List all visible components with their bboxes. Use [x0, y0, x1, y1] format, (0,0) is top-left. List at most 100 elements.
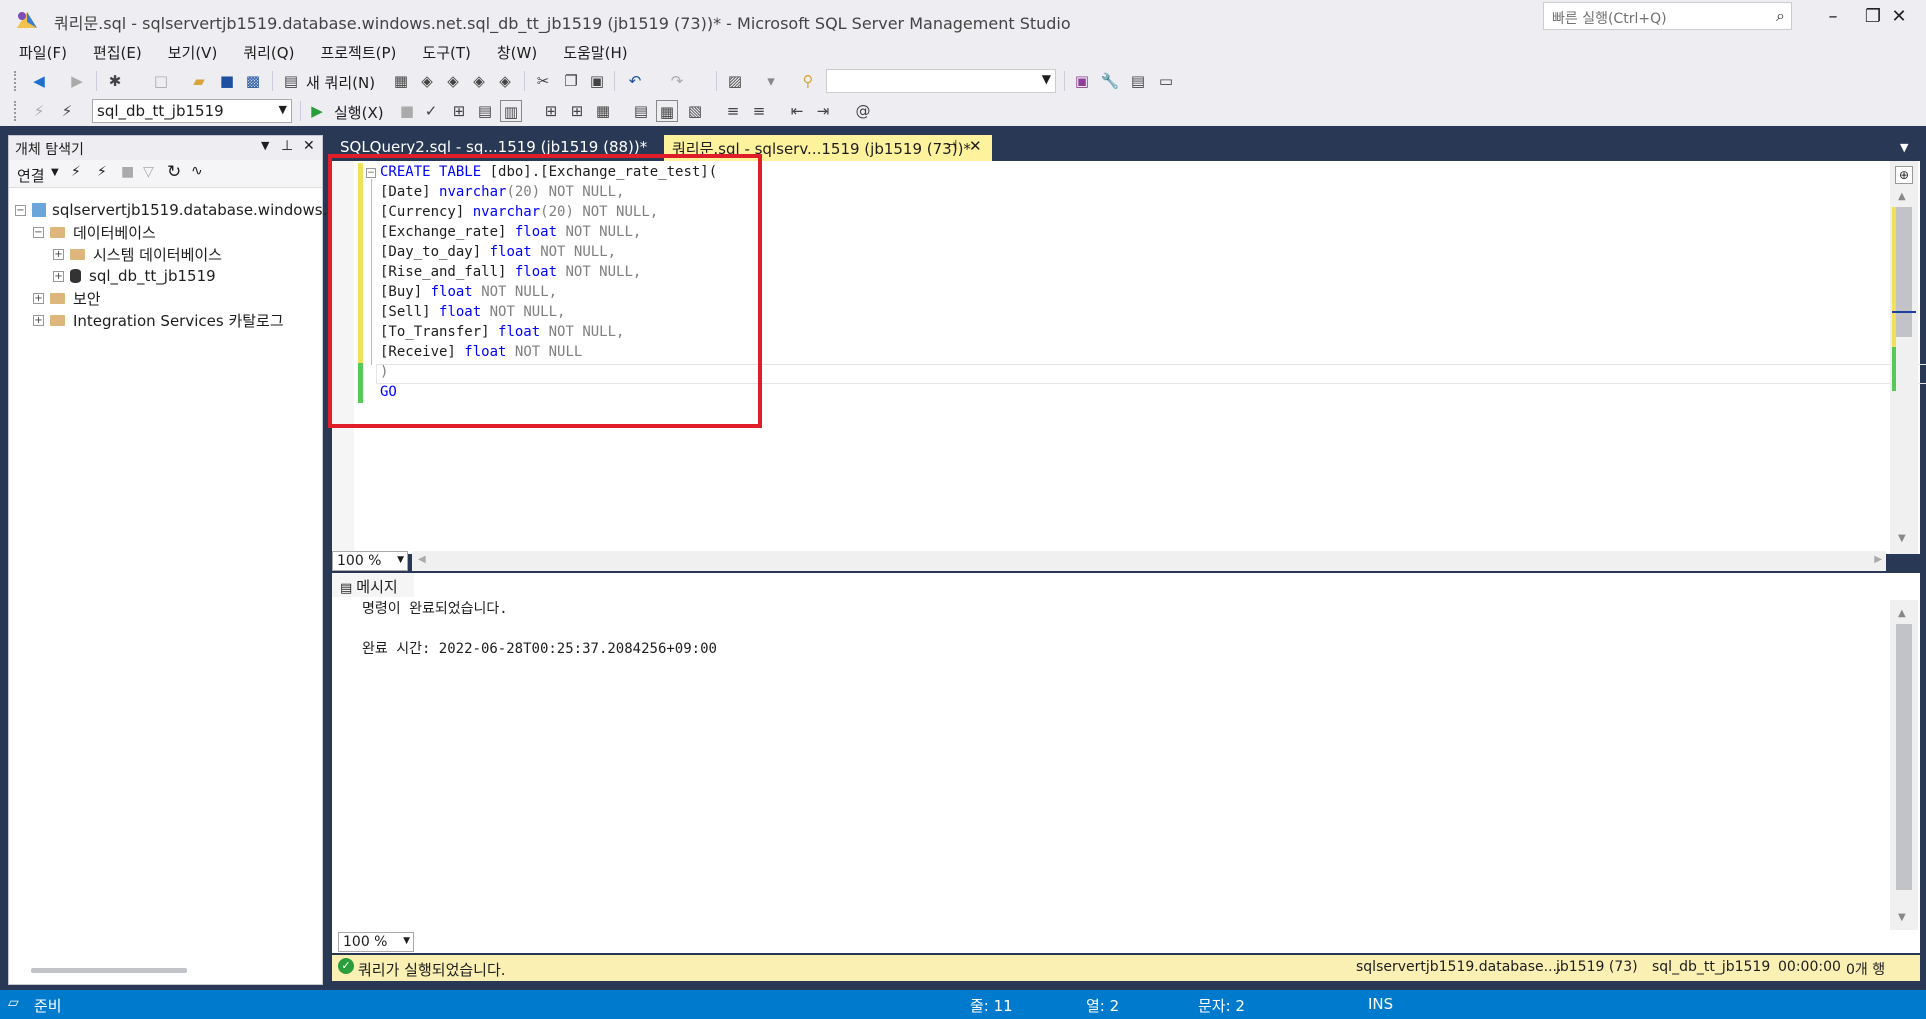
intellisense-icon[interactable]: ▤ [474, 100, 496, 122]
cancel-query-icon[interactable]: ■ [396, 100, 418, 122]
chevron-down-icon[interactable]: ▼ [261, 139, 269, 152]
find-combobox[interactable]: ▼ [826, 69, 1056, 93]
expand-icon[interactable]: + [33, 292, 44, 304]
include-actual-plan-icon[interactable]: ⊞ [540, 100, 562, 122]
results-to-file-icon[interactable]: ▧ [684, 100, 706, 122]
connect-dropdown[interactable]: 연결 [17, 165, 45, 186]
dmx-query-icon[interactable]: ◈ [442, 70, 464, 92]
scroll-up-icon[interactable]: ▲ [1898, 608, 1906, 619]
menu-window[interactable]: 창(W) [484, 40, 550, 66]
pin-icon[interactable]: ⊥ [281, 138, 293, 154]
new-project-icon[interactable]: ✱ [104, 70, 126, 92]
increase-indent-icon[interactable]: ⇥ [812, 100, 834, 122]
disconnect-icon[interactable]: ⚡ [97, 164, 107, 180]
collapse-icon[interactable]: − [33, 226, 44, 238]
live-query-stats-icon[interactable]: ⊞ [566, 100, 588, 122]
save-icon[interactable]: ■ [216, 70, 238, 92]
toolbar-grip[interactable] [14, 71, 18, 91]
undo-icon[interactable]: ↶ [624, 70, 646, 92]
menu-edit[interactable]: 편집(E) [80, 40, 155, 66]
chevron-down-icon[interactable]: ▼ [51, 167, 59, 178]
editor-zoom-select[interactable]: 100 % ▼ [332, 551, 408, 571]
copy-icon[interactable]: ❐ [560, 70, 582, 92]
pin-icon[interactable]: ⊣ [946, 138, 957, 153]
db-engine-query-icon[interactable]: ▦ [390, 70, 412, 92]
forward-icon[interactable]: ▶ [66, 70, 88, 92]
expand-icon[interactable]: + [33, 314, 44, 326]
connect-icon[interactable]: ⚡ [28, 100, 50, 122]
filter-icon[interactable]: ▽ [143, 164, 154, 180]
activity-icon[interactable]: ∿ [191, 163, 203, 179]
client-stats-icon[interactable]: ▦ [592, 100, 614, 122]
tree-node-integration[interactable]: + Integration Services 카탈로그 [33, 309, 284, 331]
scroll-down-icon[interactable]: ▼ [1898, 912, 1906, 923]
stop-icon[interactable]: ■ [121, 164, 134, 180]
refresh-icon[interactable]: ↻ [167, 162, 181, 182]
add-item-icon[interactable]: □ [150, 70, 172, 92]
menu-help[interactable]: 도움말(H) [550, 40, 640, 66]
results-vertical-scrollbar[interactable]: ▲ ▼ [1890, 600, 1918, 930]
chevron-down-icon[interactable]: ▼ [1900, 141, 1908, 154]
toolbar-grip[interactable] [14, 101, 18, 121]
close-icon[interactable]: ✕ [303, 138, 315, 154]
expand-icon[interactable]: + [53, 248, 64, 260]
scroll-down-icon[interactable]: ▼ [1898, 533, 1906, 544]
collapse-icon[interactable]: − [15, 204, 26, 216]
tab-messages[interactable]: ▤ 메시지 [332, 573, 414, 597]
terminal-icon[interactable]: ▭ [1155, 70, 1177, 92]
scroll-left-icon[interactable]: ◀ [418, 554, 426, 565]
decrease-indent-icon[interactable]: ⇤ [786, 100, 808, 122]
scroll-up-icon[interactable]: ▲ [1898, 191, 1906, 202]
menu-file[interactable]: 파일(F) [6, 40, 80, 66]
specify-values-icon[interactable]: @ [852, 100, 874, 122]
scroll-thumb[interactable] [1896, 207, 1912, 337]
solution-explorer-icon[interactable]: ▣ [1071, 70, 1093, 92]
database-select[interactable]: sql_db_tt_jb1519 ▼ [92, 99, 292, 123]
toolbox-icon[interactable]: ▤ [1127, 70, 1149, 92]
new-query-button[interactable]: 새 쿼리(N) [306, 72, 375, 93]
xmla-query-icon[interactable]: ◈ [468, 70, 490, 92]
chevron-down-icon[interactable]: ▼ [279, 103, 287, 116]
back-icon[interactable]: ◀ [28, 70, 50, 92]
minimize-icon[interactable]: – [1816, 4, 1850, 30]
mdx-query-icon[interactable]: ◈ [416, 70, 438, 92]
redo-icon[interactable]: ↷ [666, 70, 688, 92]
chevron-down-icon[interactable]: ▾ [760, 70, 782, 92]
chevron-down-icon[interactable]: ▼ [397, 555, 404, 565]
dax-query-icon[interactable]: ◈ [494, 70, 516, 92]
results-to-grid-icon[interactable]: ▦ [656, 100, 678, 122]
activity-monitor-icon[interactable]: ▨ [724, 70, 746, 92]
results-to-text-icon[interactable]: ▤ [630, 100, 652, 122]
tree-node-security[interactable]: + 보안 [33, 287, 101, 309]
open-file-icon[interactable]: ▰ [188, 70, 210, 92]
tree-node-server[interactable]: − sqlservertjb1519.database.windows.net [15, 199, 352, 221]
query-options-icon[interactable]: ▥ [500, 100, 522, 122]
cut-icon[interactable]: ✂ [532, 70, 554, 92]
change-connection-icon[interactable]: ⚡ [56, 100, 78, 122]
editor-horizontal-scrollbar[interactable]: ◀ ▶ [412, 551, 1886, 571]
comment-icon[interactable]: ≡ [722, 100, 744, 122]
tree-node-user-db[interactable]: + sql_db_tt_jb1519 [53, 265, 216, 287]
scroll-thumb[interactable] [1896, 624, 1912, 890]
uncomment-icon[interactable]: ≡ [748, 100, 770, 122]
connect-icon[interactable]: ⚡ [71, 164, 81, 180]
menu-query[interactable]: 쿼리(Q) [230, 40, 307, 66]
horizontal-scrollbar[interactable] [31, 968, 187, 973]
save-all-icon[interactable]: ▩ [242, 70, 264, 92]
scroll-right-icon[interactable]: ▶ [1874, 554, 1882, 565]
execute-button[interactable]: 실행(X) [334, 102, 384, 123]
chevron-down-icon[interactable]: ▼ [403, 936, 410, 946]
close-icon[interactable]: ✕ [1882, 4, 1916, 30]
results-zoom-select[interactable]: 100 % ▼ [338, 932, 414, 952]
parse-check-icon[interactable]: ✓ [420, 100, 442, 122]
properties-icon[interactable]: 🔧 [1099, 70, 1121, 92]
close-icon[interactable]: ✕ [969, 137, 982, 155]
expand-icon[interactable]: + [53, 270, 64, 282]
execute-icon[interactable]: ▶ [306, 100, 328, 122]
find-icon[interactable]: ⚲ [797, 70, 819, 92]
menu-tools[interactable]: 도구(T) [409, 40, 483, 66]
split-icon[interactable]: ⊕ [1895, 166, 1913, 184]
search-icon[interactable]: ⌕ [1776, 6, 1785, 26]
new-query-icon[interactable]: ▤ [280, 70, 302, 92]
menu-project[interactable]: 프로젝트(P) [307, 40, 409, 66]
